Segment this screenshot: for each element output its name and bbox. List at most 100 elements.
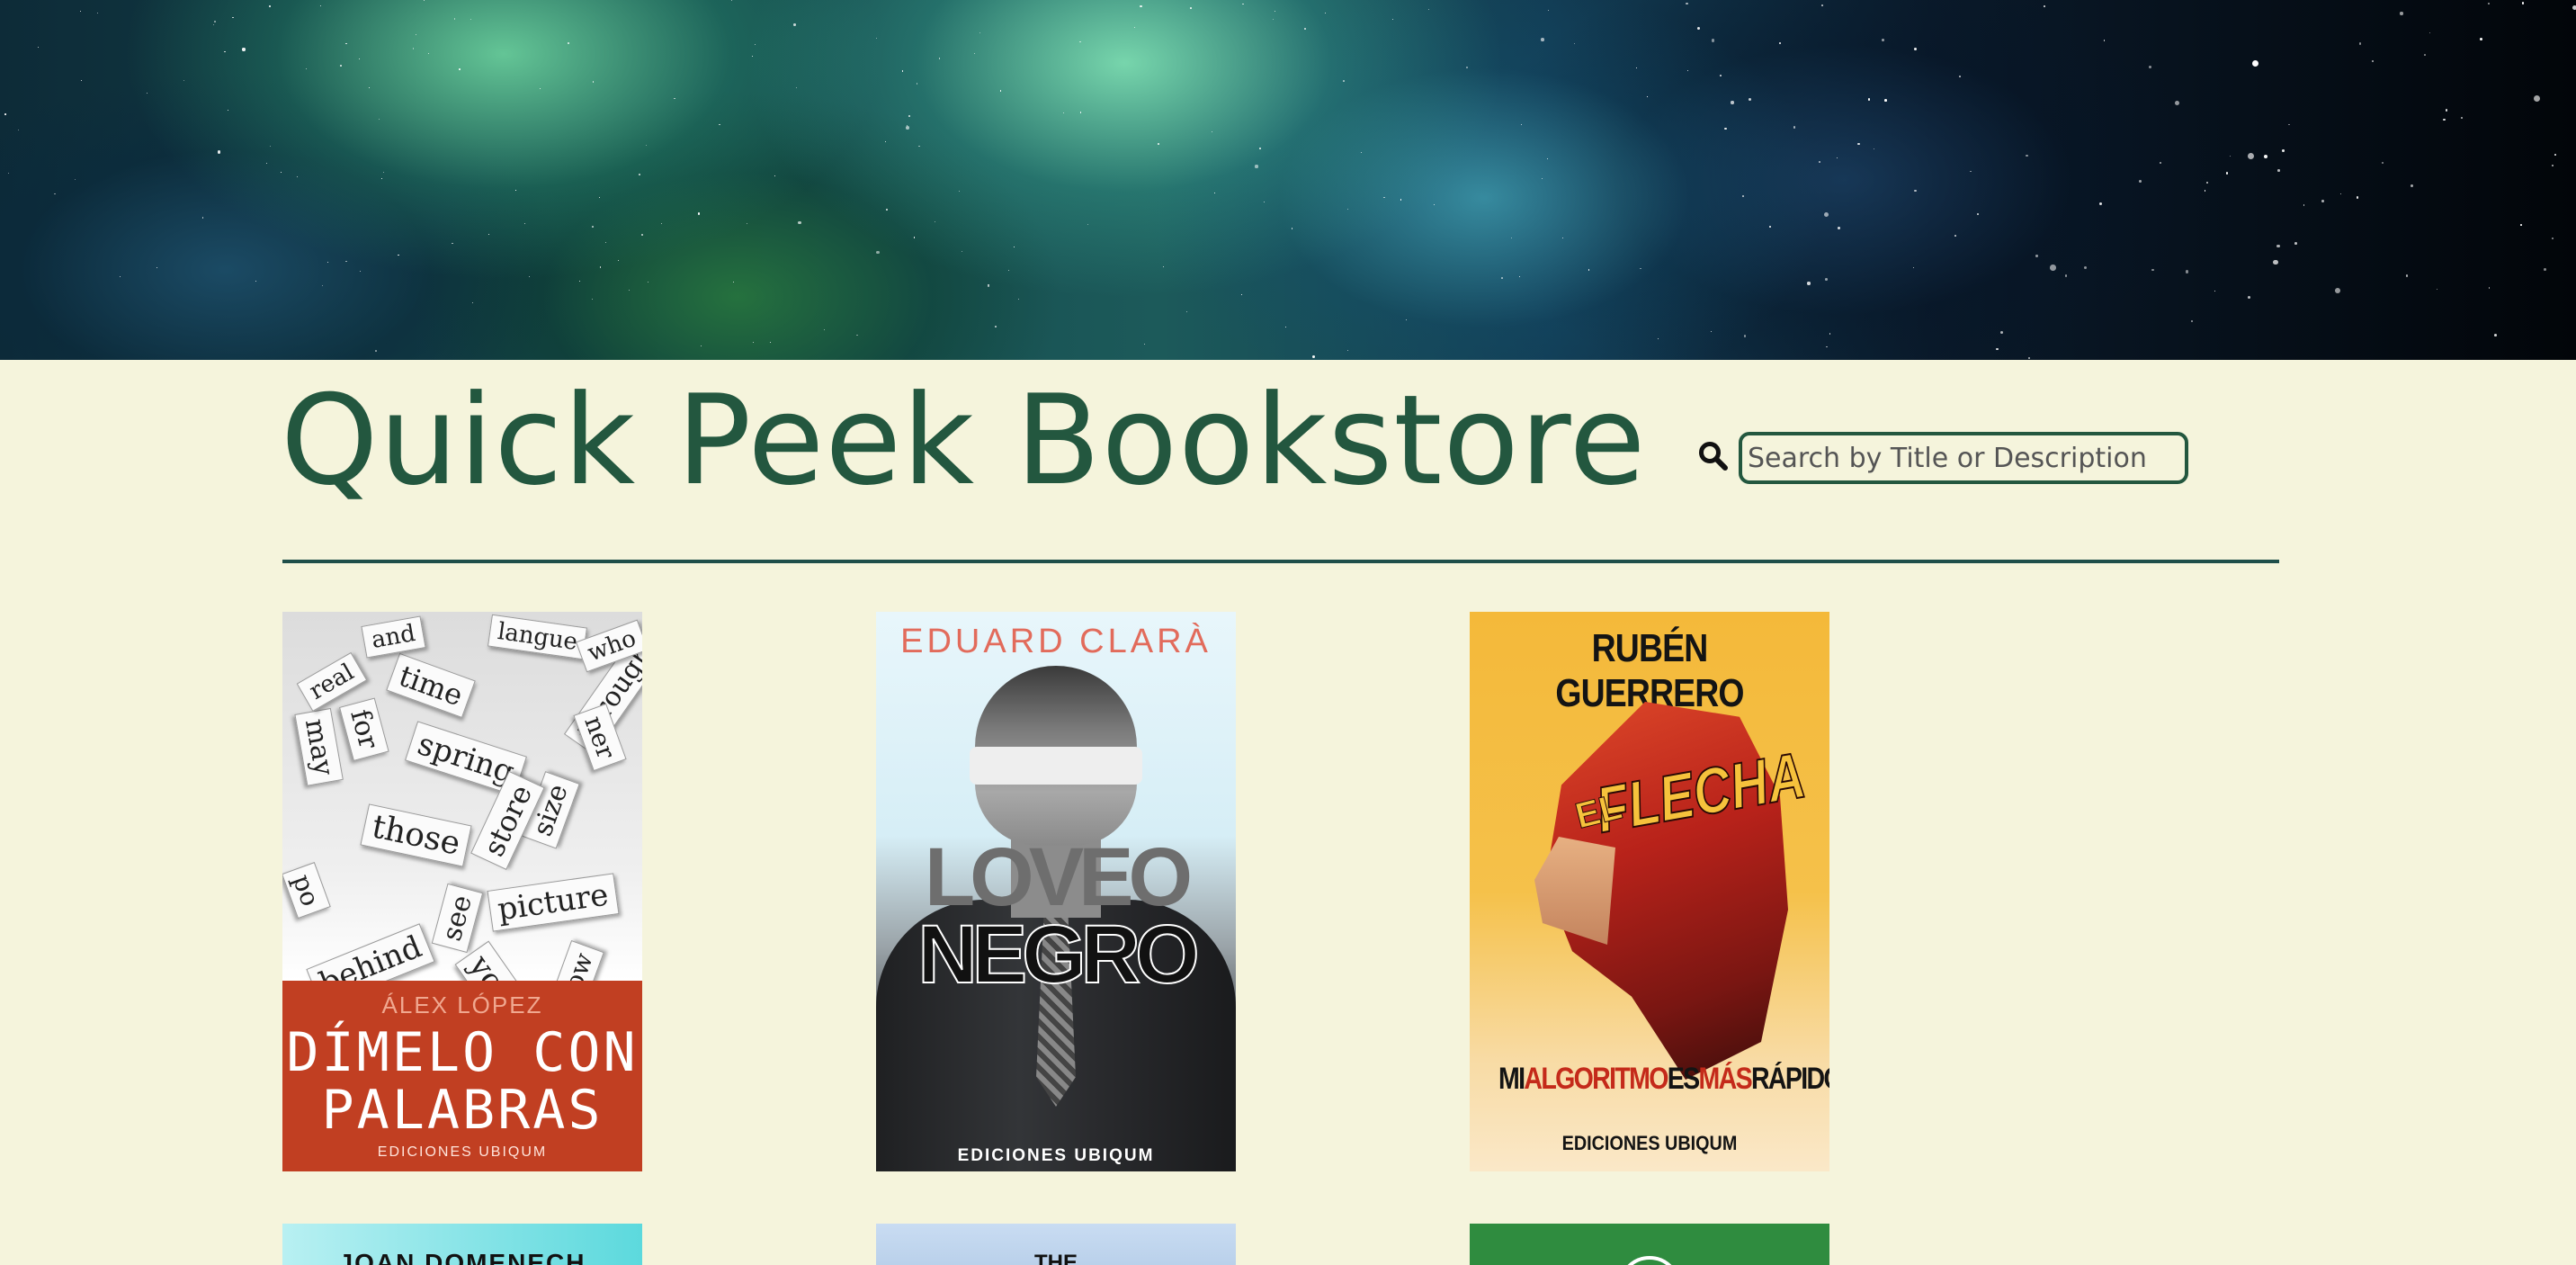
book-card-loveo-negro[interactable]: EDUARD CLARÀ LOVEO NEGRO EDICIONES UBIQU… xyxy=(876,612,1236,1171)
star-decoration xyxy=(1391,19,1393,20)
book-subtitle: MIALGORITMOESMÁSRÁPIDO xyxy=(1498,1062,1829,1097)
star-decoration xyxy=(2160,162,2161,164)
star-decoration xyxy=(1837,226,1840,229)
word-tile: time xyxy=(386,652,477,719)
book-card-el-flecha[interactable]: RUBÉN GUERRERO FLECHA EL MIALGORITMOESMÁ… xyxy=(1470,612,1829,1171)
star-decoration xyxy=(1547,10,1549,11)
star-decoration xyxy=(2098,202,2102,205)
star-decoration xyxy=(54,193,56,195)
star-decoration xyxy=(795,87,797,89)
star-decoration xyxy=(2410,184,2413,187)
star-decoration xyxy=(1657,337,1659,339)
star-decoration xyxy=(769,341,771,343)
star-decoration xyxy=(1793,126,1796,129)
star-decoration xyxy=(1819,161,1820,163)
star-decoration xyxy=(823,329,825,331)
star-decoration xyxy=(2064,274,2068,278)
star-decoration xyxy=(218,150,221,154)
word-tile: may xyxy=(294,707,344,787)
star-decoration xyxy=(1884,99,1888,102)
word-tile: ow xyxy=(553,940,604,981)
star-decoration xyxy=(1856,142,1860,146)
book-card-dimelo-con-palabras[interactable]: picture behind those spring size through time m… xyxy=(282,612,642,1171)
star-decoration xyxy=(995,326,997,327)
star-decoration xyxy=(752,342,754,343)
star-decoration xyxy=(1133,27,1136,29)
star-decoration xyxy=(2551,237,2554,240)
book-card-partial[interactable]: JOAN DOMENECH xyxy=(282,1224,642,1265)
star-decoration xyxy=(1724,128,1727,130)
star-decoration xyxy=(1731,101,1734,104)
book-publisher: EDICIONES UBIQUM xyxy=(957,1146,1155,1165)
star-decoration xyxy=(1686,69,1688,72)
star-decoration xyxy=(886,208,889,211)
star-decoration xyxy=(1162,265,1165,268)
star-decoration xyxy=(641,233,643,236)
star-decoration xyxy=(379,118,380,120)
star-decoration xyxy=(1465,67,1469,69)
book-author: EDUARD CLARÀ xyxy=(900,623,1212,660)
star-decoration xyxy=(628,290,630,292)
star-decoration xyxy=(2521,2,2525,4)
star-decoration xyxy=(1433,203,1435,205)
star-decoration xyxy=(1008,270,1010,272)
star-decoration xyxy=(2443,118,2446,121)
star-decoration xyxy=(360,270,361,272)
star-decoration xyxy=(297,175,299,177)
star-decoration xyxy=(2381,161,2384,165)
star-decoration xyxy=(487,233,489,235)
star-decoration xyxy=(1144,344,1146,345)
star-decoration xyxy=(1696,26,1701,30)
star-decoration xyxy=(599,265,602,268)
star-decoration xyxy=(2488,287,2491,290)
star-decoration xyxy=(1588,269,1590,271)
star-decoration xyxy=(1139,4,1142,8)
star-decoration xyxy=(320,5,321,6)
star-decoration xyxy=(2572,4,2576,10)
star-decoration xyxy=(7,172,9,175)
star-decoration xyxy=(1347,349,1348,351)
star-decoration xyxy=(1255,165,1258,168)
star-decoration xyxy=(959,190,961,192)
star-decoration xyxy=(1646,96,1648,97)
star-decoration xyxy=(999,89,1002,92)
star-decoration xyxy=(697,212,701,215)
star-decoration xyxy=(471,301,473,304)
star-decoration xyxy=(1914,189,1917,193)
book-cover-art: picture behind those spring size through time m… xyxy=(282,612,642,981)
search-input[interactable] xyxy=(1739,432,2188,484)
star-decoration xyxy=(2356,196,2359,199)
star-decoration xyxy=(1823,211,1829,217)
word-tile: po xyxy=(282,862,331,919)
star-decoration xyxy=(2138,180,2142,184)
star-decoration xyxy=(793,23,797,27)
search-bar xyxy=(1698,432,2191,484)
star-decoration xyxy=(74,178,76,180)
star-decoration xyxy=(359,58,361,60)
star-decoration xyxy=(913,237,916,238)
star-decoration xyxy=(2083,265,2088,270)
star-decoration xyxy=(2520,224,2522,226)
star-decoration xyxy=(2479,37,2482,41)
star-decoration xyxy=(224,50,227,53)
star-decoration xyxy=(146,92,148,94)
star-decoration xyxy=(4,113,6,115)
star-decoration xyxy=(2424,54,2426,56)
star-decoration xyxy=(1272,18,1274,20)
book-title-line: NEGRO xyxy=(917,909,1200,1000)
book-card-partial[interactable] xyxy=(1470,1224,1829,1265)
star-decoration xyxy=(327,262,328,263)
star-decoration xyxy=(2043,5,2045,8)
star-decoration xyxy=(470,18,472,20)
star-decoration xyxy=(2174,100,2179,106)
star-decoration xyxy=(1748,98,1751,102)
book-card-partial[interactable]: THE xyxy=(876,1224,1236,1265)
star-decoration xyxy=(265,163,267,164)
star-decoration xyxy=(2487,3,2491,5)
subtitle-part: ES xyxy=(1667,1062,1700,1096)
star-decoration xyxy=(232,17,234,19)
star-decoration xyxy=(2204,190,2206,192)
star-decoration xyxy=(1346,209,1348,211)
blindfold-illustration xyxy=(970,747,1142,785)
star-decoration xyxy=(2035,255,2038,257)
